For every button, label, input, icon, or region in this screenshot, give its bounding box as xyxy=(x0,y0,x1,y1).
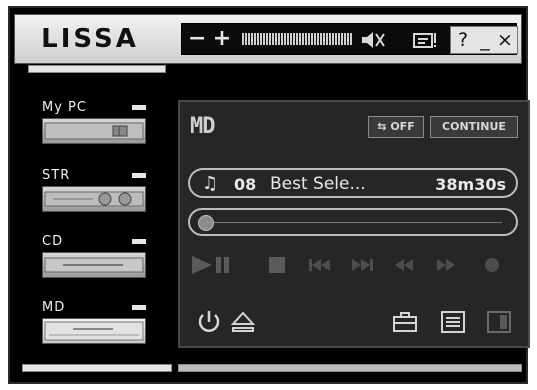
stop-icon[interactable] xyxy=(264,254,292,276)
power-icon[interactable] xyxy=(194,308,224,336)
receiver-device-icon xyxy=(42,186,146,212)
minimize-button[interactable]: _ xyxy=(475,27,495,53)
titlebar-tab xyxy=(28,65,166,73)
list-icon[interactable] xyxy=(438,308,468,336)
rewind-icon[interactable] xyxy=(390,254,418,276)
volume-meter-icon[interactable] xyxy=(242,33,352,45)
source-md[interactable]: MD xyxy=(42,300,146,346)
mute-icon[interactable] xyxy=(358,28,386,52)
source-label: CD xyxy=(42,234,64,249)
source-indicator xyxy=(132,173,146,178)
volume-down-button[interactable]: − xyxy=(188,24,206,54)
music-note-icon: ♫ xyxy=(202,173,219,194)
seek-track xyxy=(204,222,502,223)
next-track-icon[interactable] xyxy=(348,254,376,276)
source-str[interactable]: STR xyxy=(42,168,146,214)
title-bar: LISSA − + ? _ × xyxy=(14,14,522,64)
repeat-button[interactable]: ⇆ OFF xyxy=(368,116,424,138)
help-button[interactable]: ? xyxy=(453,27,473,53)
toolbox-icon[interactable] xyxy=(390,308,420,336)
md-panel: MD ⇆ OFF CONTINUE ♫ 08 Best Sele... 38m3… xyxy=(178,100,530,348)
window-buttons: ? _ × xyxy=(450,26,518,54)
md-device-icon xyxy=(42,318,146,344)
player-window: LISSA − + ? _ × My PC STR CD MD MD ⇆ OFF… xyxy=(8,6,530,384)
source-indicator xyxy=(132,305,146,310)
cd-device-icon xyxy=(42,252,146,278)
source-my-pc[interactable]: My PC xyxy=(42,100,146,146)
source-label: STR xyxy=(42,168,71,183)
source-cd[interactable]: CD xyxy=(42,234,146,280)
fast-forward-icon[interactable] xyxy=(432,254,460,276)
top-control-bar: − + ? _ × xyxy=(181,23,518,55)
seek-handle[interactable] xyxy=(198,215,214,231)
repeat-label: OFF xyxy=(390,120,415,133)
source-label: My PC xyxy=(42,100,87,115)
pc-device-icon xyxy=(42,118,146,144)
brand-logo: LISSA xyxy=(41,24,139,54)
seek-bar[interactable] xyxy=(188,208,518,236)
volume-up-button[interactable]: + xyxy=(212,24,232,54)
record-icon[interactable] xyxy=(478,254,506,276)
prev-track-icon[interactable] xyxy=(306,254,334,276)
panel-icon[interactable] xyxy=(484,308,514,336)
track-display: ♫ 08 Best Sele... 38m30s xyxy=(188,168,518,198)
source-indicator xyxy=(132,239,146,244)
source-label: MD xyxy=(42,300,66,315)
track-title: Best Sele... xyxy=(270,174,366,194)
display-icon[interactable] xyxy=(410,28,440,52)
source-indicator xyxy=(132,105,146,110)
continue-button[interactable]: CONTINUE xyxy=(430,116,518,138)
bottom-bar xyxy=(178,364,522,372)
track-time: 38m30s xyxy=(435,175,506,194)
bottom-tab xyxy=(22,364,172,372)
close-button[interactable]: × xyxy=(495,27,515,53)
eject-icon[interactable] xyxy=(228,308,258,336)
track-number: 08 xyxy=(234,175,257,194)
panel-title: MD xyxy=(190,114,215,139)
play-pause-icon[interactable] xyxy=(190,254,232,276)
repeat-icon: ⇆ xyxy=(377,120,387,133)
